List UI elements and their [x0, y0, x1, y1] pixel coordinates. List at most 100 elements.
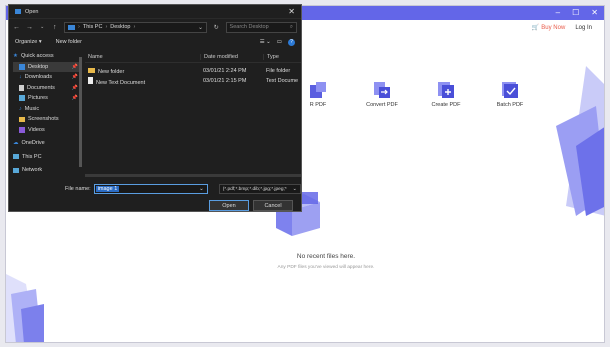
breadcrumb-this-pc[interactable]: This PC	[83, 24, 103, 30]
nav-item-videos[interactable]: Videos	[13, 125, 81, 136]
navigation-pane: ★ Quick access Desktop 📌 ↓ Downloads 📌 D…	[9, 51, 81, 181]
header-actions: 🛒 Buy Now Log In	[531, 24, 592, 32]
nav-item-network[interactable]: Network	[13, 165, 81, 176]
close-icon[interactable]: ✕	[591, 8, 598, 17]
file-row[interactable]: New folder 03/01/21 2:24 PM File folder	[85, 66, 301, 76]
nav-item-screenshots[interactable]: Screenshots	[13, 114, 81, 125]
nav-item-quick-access[interactable]: ★ Quick access	[13, 51, 81, 62]
dropdown-icon[interactable]: ⌄	[198, 24, 203, 31]
nav-item-label: Documents	[27, 84, 55, 91]
file-list: Name Date modified Type New folder 03/01…	[85, 51, 301, 181]
file-name-row: File name: image 1 ⌄ (*.pdf;*.bmp;*.dib;…	[9, 183, 301, 195]
file-name: New folder	[98, 68, 125, 75]
file-type: File folder	[266, 68, 291, 74]
filter-value: (*.pdf;*.bmp;*.dib;*.jpg;*.jpeg;*	[222, 186, 287, 192]
create-pdf-icon	[438, 82, 454, 98]
edit-pdf-icon	[310, 82, 326, 98]
maximize-icon[interactable]: ☐	[572, 8, 579, 17]
network-icon	[13, 167, 19, 173]
empty-state-subtitle: Any PDF files you've viewed will appear …	[277, 265, 375, 270]
file-scrollbar[interactable]	[85, 174, 301, 177]
download-icon: ↓	[19, 74, 22, 81]
nav-item-label: Screenshots	[28, 116, 59, 123]
music-icon: ♪	[19, 105, 22, 112]
star-icon: ★	[13, 53, 18, 60]
preview-pane-icon[interactable]: ▭	[277, 39, 282, 45]
videos-icon	[19, 126, 25, 133]
tile-batch-pdf[interactable]: Batch PDF	[478, 82, 542, 108]
decoration-right	[556, 66, 604, 216]
nav-item-pictures[interactable]: Pictures 📌	[13, 93, 81, 104]
nav-item-label: Quick access	[20, 53, 54, 60]
chevron-down-icon[interactable]: ⌄	[39, 24, 46, 30]
dialog-titlebar: Open	[9, 5, 301, 19]
view-controls: ☰ ⌄ ▭ ?	[260, 38, 295, 46]
folder-icon	[15, 9, 21, 14]
refresh-icon[interactable]: ↻	[213, 24, 220, 31]
cancel-button[interactable]: Cancel	[253, 200, 293, 211]
file-name-value: image 1	[95, 186, 120, 192]
breadcrumb-desktop[interactable]: Desktop	[110, 24, 130, 30]
column-type[interactable]: Type	[263, 53, 301, 60]
folder-icon	[19, 116, 25, 122]
nav-item-label: Videos	[28, 126, 45, 133]
pin-icon: 📌	[71, 84, 78, 91]
file-name-cell: New Text Document	[85, 76, 200, 86]
cart-icon: 🛒	[531, 25, 540, 31]
open-button[interactable]: Open	[209, 200, 249, 211]
nav-item-music[interactable]: ♪ Music	[13, 104, 81, 115]
close-icon[interactable]: ✕	[288, 7, 295, 16]
file-name-label: File name:	[65, 186, 91, 192]
tile-convert-pdf[interactable]: Convert PDF	[350, 82, 414, 108]
nav-item-label: Pictures	[28, 95, 48, 102]
nav-item-label: Desktop	[28, 63, 49, 70]
nav-item-desktop[interactable]: Desktop 📌	[13, 61, 81, 72]
nav-item-label: This PC	[22, 153, 42, 160]
dialog-body: ★ Quick access Desktop 📌 ↓ Downloads 📌 D…	[9, 51, 301, 181]
search-input[interactable]: Search Desktop ⌕	[225, 21, 298, 33]
buy-now-link[interactable]: 🛒 Buy Now	[531, 24, 566, 32]
nav-item-label: OneDrive	[21, 140, 45, 147]
file-name: New Text Document	[96, 79, 146, 86]
login-link[interactable]: Log In	[575, 25, 592, 31]
help-icon[interactable]: ?	[288, 38, 295, 46]
file-date: 03/01/21 2:15 PM	[203, 78, 247, 84]
tile-label: Batch PDF	[496, 102, 524, 108]
computer-icon	[13, 154, 19, 160]
dialog-footer: File name: image 1 ⌄ (*.pdf;*.bmp;*.dib;…	[9, 183, 301, 211]
file-row[interactable]: New Text Document 03/01/21 2:15 PM Text …	[85, 76, 301, 86]
view-options-icon[interactable]: ☰ ⌄	[260, 39, 271, 45]
tile-create-pdf[interactable]: Create PDF	[414, 82, 478, 108]
file-type-filter[interactable]: (*.pdf;*.bmp;*.dib;*.jpg;*.jpeg;* ⌄	[218, 184, 301, 194]
up-arrow-icon[interactable]: ↑	[52, 24, 59, 31]
buy-now-label: Buy Now	[541, 24, 566, 31]
file-type: Text Docume	[266, 78, 299, 84]
column-date[interactable]: Date modified	[200, 53, 263, 60]
convert-pdf-icon	[374, 82, 390, 98]
nav-item-onedrive[interactable]: ☁ OneDrive	[13, 138, 81, 149]
minimize-icon[interactable]: –	[556, 8, 560, 17]
decoration-left	[6, 274, 44, 342]
new-folder-button[interactable]: New folder	[56, 39, 82, 45]
file-name-cell: New folder	[85, 67, 200, 75]
tile-label: R PDF	[309, 102, 327, 108]
file-name-input[interactable]: image 1 ⌄	[93, 184, 208, 194]
desktop-icon	[19, 63, 25, 70]
column-name[interactable]: Name	[85, 54, 200, 60]
pictures-icon	[19, 95, 25, 102]
chevron-right-icon: ›	[133, 24, 136, 30]
nav-item-documents[interactable]: Documents 📌	[13, 83, 81, 94]
organize-menu[interactable]: Organize ▾	[15, 39, 42, 45]
back-arrow-icon[interactable]: ←	[13, 24, 20, 31]
dialog-buttons: Open Cancel	[9, 200, 301, 211]
empty-state-title: No recent files here.	[296, 253, 356, 260]
cloud-icon: ☁	[13, 140, 19, 147]
nav-item-downloads[interactable]: ↓ Downloads 📌	[13, 72, 81, 83]
nav-scrollbar[interactable]	[79, 57, 82, 167]
nav-item-this-pc[interactable]: This PC	[13, 152, 81, 163]
navigation-bar: ← → ⌄ ↑ › This PC › Desktop › ⌄ ↻ Search…	[9, 19, 301, 35]
chevron-down-icon[interactable]: ⌄	[199, 186, 204, 192]
forward-arrow-icon[interactable]: →	[26, 24, 33, 31]
tile-label: Create PDF	[431, 102, 461, 108]
address-bar[interactable]: › This PC › Desktop › ⌄	[64, 21, 208, 33]
